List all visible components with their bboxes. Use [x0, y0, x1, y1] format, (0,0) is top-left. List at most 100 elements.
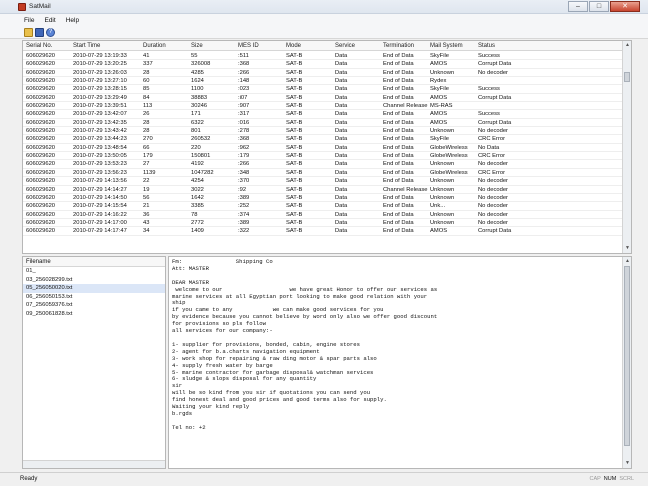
scrollbar-thumb[interactable]	[624, 266, 630, 446]
file-list-item[interactable]: 09_250061828.txt	[23, 310, 165, 319]
table-row[interactable]: 606029620 2010-07-29 13:20:25 337 326008:36…	[23, 60, 623, 69]
table-row[interactable]: 606029620 2010-07-29 13:44:23 270 260532:36…	[23, 135, 623, 144]
column-header[interactable]: Duration	[143, 43, 166, 49]
table-cell: SAT-B	[286, 186, 303, 193]
table-vertical-scrollbar[interactable]: ▲ ▼	[622, 41, 631, 253]
scroll-down-arrow-icon[interactable]: ▼	[623, 459, 631, 468]
table-cell: SkyFile	[430, 86, 450, 93]
help-icon[interactable]: ?	[46, 27, 55, 37]
open-folder-icon[interactable]	[24, 27, 33, 37]
column-header[interactable]: MES ID	[238, 43, 259, 49]
table-cell: :i07	[238, 94, 248, 101]
table-cell: End of Data	[383, 203, 414, 210]
table-cell: Data	[335, 228, 348, 235]
table-row[interactable]: 606029620 2010-07-29 13:19:33 41 55:511 SAT-…	[23, 52, 623, 61]
table-cell: 171	[191, 111, 201, 118]
scrollbar-thumb[interactable]	[624, 72, 630, 82]
table-cell: Corrupt Data	[478, 228, 512, 235]
table-cell: 2010-07-29 13:53:23	[73, 161, 127, 168]
minimize-button[interactable]: –	[568, 1, 588, 12]
table-row[interactable]: 606029620 2010-07-29 13:43:42 28 801:278 SAT…	[23, 127, 623, 136]
table-row[interactable]: 606029620 2010-07-29 13:50:05 179 150801:17…	[23, 152, 623, 161]
table-row[interactable]: 606029620 2010-07-29 14:14:27 19 3022:92 SAT…	[23, 186, 623, 194]
table-row[interactable]: 606029620 2010-07-29 14:15:54 21 3385:252 SA…	[23, 202, 623, 211]
table-cell: 28	[143, 128, 150, 135]
table-cell: :252	[238, 203, 250, 210]
table-cell: End of Data	[383, 78, 414, 85]
table-row[interactable]: 606029620 2010-07-29 13:28:15 85 1100:023 SA…	[23, 85, 623, 94]
column-header[interactable]: Service	[335, 43, 355, 49]
table-cell: CRC Error	[478, 153, 506, 160]
caps-indicator: CAP	[589, 476, 601, 482]
table-cell: Data	[335, 219, 348, 226]
table-row[interactable]: 606029620 2010-07-29 13:27:10 60 1624:148 SA…	[23, 77, 623, 86]
table-row[interactable]: 606029620 2010-07-29 13:42:07 26 171:317 SAT…	[23, 110, 623, 119]
column-header[interactable]: Start Time	[73, 43, 100, 49]
table-cell: Unknown	[430, 178, 455, 185]
column-header[interactable]: Size	[191, 43, 203, 49]
table-row[interactable]: 606029620 2010-07-29 13:26:03 28 4285:266 SA…	[23, 69, 623, 78]
table-cell: 270	[143, 136, 153, 143]
file-list-item[interactable]: 03_256028299.txt	[23, 276, 165, 285]
table-cell: 2010-07-29 14:14:50	[73, 194, 127, 201]
table-cell: 2010-07-29 13:56:23	[73, 169, 127, 176]
scroll-up-arrow-icon[interactable]: ▲	[623, 41, 631, 50]
file-list-item[interactable]: 05_256050020.txt	[23, 284, 165, 293]
table-cell: SkyFile	[430, 136, 450, 143]
table-row[interactable]: 606029620 2010-07-29 14:17:00 43 2772:389 SA…	[23, 219, 623, 228]
message-vertical-scrollbar[interactable]: ▲ ▼	[622, 257, 631, 468]
file-list-horizontal-scrollbar[interactable]	[23, 460, 165, 468]
table-cell: SAT-B	[286, 161, 303, 168]
filename-column-header[interactable]: Filename	[23, 257, 165, 267]
table-row[interactable]: 606029620 2010-07-29 14:16:22 36 78:374 SAT-…	[23, 211, 623, 219]
menu-help[interactable]: Help	[66, 17, 79, 24]
file-list: 01_ 03_256028299.txt 05_256050020.txt 06_25…	[23, 267, 165, 318]
app-icon	[18, 3, 26, 11]
table-row[interactable]: 606029620 2010-07-29 13:53:23 27 4192:266 SA…	[23, 160, 623, 169]
close-button[interactable]: ✕	[610, 1, 640, 12]
table-cell: 43	[143, 219, 150, 226]
file-list-item[interactable]: 06_256050153.txt	[23, 293, 165, 302]
menu-file[interactable]: File	[24, 17, 34, 24]
table-cell: 606029620	[26, 186, 56, 193]
table-cell: Corrupt Data	[478, 61, 512, 68]
table-cell: Data	[335, 161, 348, 168]
message-viewer[interactable]: Fm: Shipping Co Att: MASTER DEAR MASTER …	[168, 256, 632, 469]
save-icon[interactable]	[35, 27, 44, 37]
table-cell: 801	[191, 128, 201, 135]
column-header[interactable]: Mail System	[430, 43, 463, 49]
table-cell: 6322	[191, 119, 204, 126]
table-cell: 2010-07-29 13:29:49	[73, 94, 127, 101]
column-header[interactable]: Status	[478, 43, 495, 49]
table-cell: No decoder	[478, 128, 508, 135]
table-row[interactable]: 606029620 2010-07-29 13:56:23 1139 1047282:…	[23, 169, 623, 178]
table-row[interactable]: 606029620 2010-07-29 14:13:56 22 4254:370 SA…	[23, 177, 623, 186]
table-row[interactable]: 606029620 2010-07-29 13:39:51 113 30246:907…	[23, 102, 623, 111]
table-cell: 66	[143, 144, 150, 151]
file-list-item[interactable]: 01_	[23, 267, 165, 276]
table-cell: 85	[143, 86, 150, 93]
file-list-item[interactable]: 07_256059376.txt	[23, 301, 165, 310]
table-cell: AMOS	[430, 111, 448, 118]
title-bar[interactable]: SatMail – □ ✕	[0, 0, 648, 14]
table-cell: 84	[143, 94, 150, 101]
table-cell: Data	[335, 186, 348, 193]
scroll-up-arrow-icon[interactable]: ▲	[623, 257, 631, 266]
table-cell: 4285	[191, 69, 204, 76]
column-header[interactable]: Mode	[286, 43, 301, 49]
table-row[interactable]: 606029620 2010-07-29 13:42:35 28 6322:016 SA…	[23, 119, 623, 128]
column-header[interactable]: Serial No.	[26, 43, 52, 49]
table-cell: End of Data	[383, 144, 414, 151]
toolbar: ?	[0, 26, 648, 39]
table-cell: 4192	[191, 161, 204, 168]
table-row[interactable]: 606029620 2010-07-29 13:29:49 84 38883:i07 S…	[23, 94, 623, 103]
menu-edit[interactable]: Edit	[44, 17, 55, 24]
table-cell: :266	[238, 161, 250, 168]
table-row[interactable]: 606029620 2010-07-29 14:14:50 56 1642:389 SA…	[23, 194, 623, 203]
table-cell: 56	[143, 194, 150, 201]
maximize-button[interactable]: □	[589, 1, 609, 12]
table-row[interactable]: 606029620 2010-07-29 14:17:47 34 1409:322 SA…	[23, 227, 623, 236]
table-row[interactable]: 606029620 2010-07-29 13:48:54 66 220:962 SAT…	[23, 144, 623, 153]
column-header[interactable]: Termination	[383, 43, 414, 49]
scroll-down-arrow-icon[interactable]: ▼	[623, 244, 631, 253]
